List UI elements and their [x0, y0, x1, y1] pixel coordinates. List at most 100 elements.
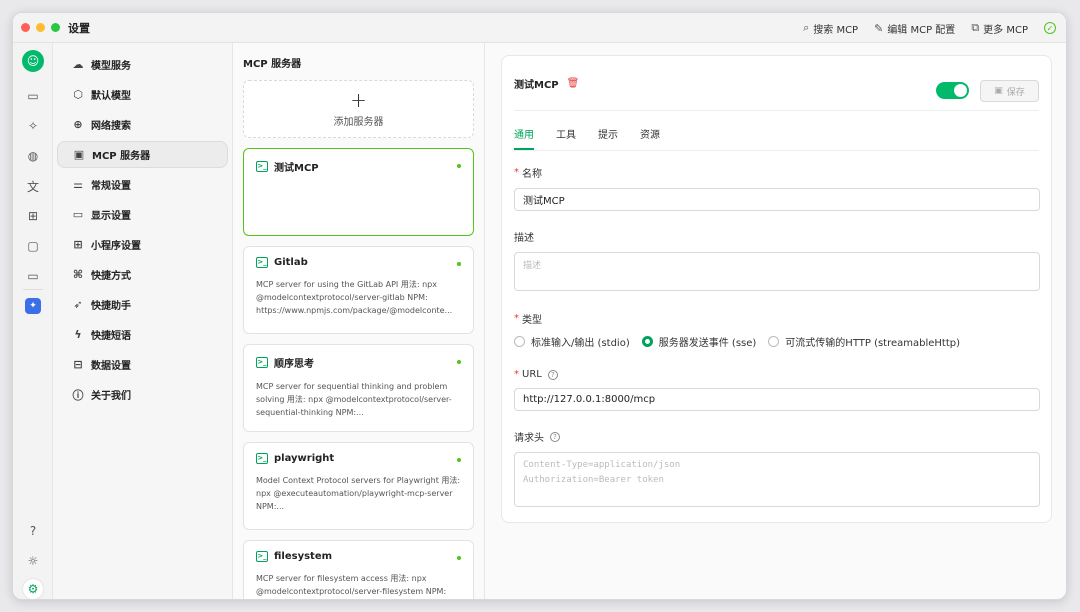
command-icon: ⌘	[72, 268, 84, 281]
grid-icon: ⊞	[73, 238, 83, 251]
headers-placeholder-line: Content-Type=application/json	[523, 460, 681, 470]
required-mark: *	[514, 313, 519, 324]
name-label: 名称	[522, 169, 542, 180]
edit-mcp-config-button[interactable]: ✎ 编辑 MCP 配置	[874, 21, 955, 36]
window-title: 设置	[68, 21, 90, 35]
server-name: 顺序思考	[274, 359, 314, 370]
type-radio-streamable-http[interactable]: 可流式传输的HTTP (streamableHttp)	[768, 334, 960, 349]
server-card[interactable]: >_ 顺序思考 MCP server for sequential thinkin…	[243, 344, 474, 432]
required-mark: *	[514, 369, 519, 380]
info-icon: ⓘ	[72, 388, 84, 402]
nav-item-display-settings[interactable]: ▭ 显示设置	[57, 201, 228, 228]
nav-item-quick-assistant[interactable]: ➶ 快捷助手	[57, 291, 228, 318]
server-card[interactable]: >_ playwright Model Context Protocol serv…	[243, 442, 474, 530]
server-description: Model Context Protocol servers for Playw…	[256, 476, 461, 511]
plus-icon: +	[350, 87, 367, 112]
nav-item-shortcuts[interactable]: ⌘ 快捷方式	[57, 261, 228, 288]
mini-app-icon[interactable]: ✦	[25, 298, 41, 314]
nav-item-label: 关于我们	[91, 391, 131, 402]
app-sidebar: ☺ ▭ ✧ ◍ 文 ⊞ ▢ ▭ ✦ ? ☼ ⚙	[13, 43, 53, 599]
nav-item-label: 数据设置	[91, 361, 131, 372]
nav-item-general-settings[interactable]: ⚌ 常规设置	[57, 171, 228, 198]
file-icon[interactable]: ▢	[23, 236, 43, 256]
server-card[interactable]: >_ filesystem MCP server for filesystem a…	[243, 540, 474, 599]
minimize-window-button[interactable]	[36, 23, 45, 32]
search-mcp-button[interactable]: ⌕ 搜索 MCP	[803, 21, 858, 36]
server-description: MCP server for sequential thinking and p…	[256, 382, 452, 417]
rocket-icon: ➶	[73, 298, 83, 311]
save-icon: ▣	[994, 86, 1003, 96]
folder-icon[interactable]: ▭	[23, 266, 43, 286]
server-card[interactable]: >_ Gitlab MCP server for using the GitLab…	[243, 246, 474, 334]
url-input[interactable]: http://127.0.0.1:8000/mcp	[514, 388, 1040, 411]
save-button[interactable]: ▣ 保存	[980, 80, 1039, 102]
nav-item-model-service[interactable]: ☁ 模型服务	[57, 51, 228, 78]
description-textarea[interactable]: 描述	[514, 252, 1040, 291]
help-circle-icon[interactable]: ?	[550, 431, 560, 442]
server-card[interactable]: >_ 测试MCP	[243, 148, 474, 236]
sliders-icon: ⚌	[73, 178, 83, 191]
help-icon[interactable]: ?	[23, 521, 43, 541]
name-input[interactable]: 测试MCP	[514, 188, 1040, 211]
add-server-button[interactable]: + 添加服务器	[243, 80, 474, 138]
theme-sun-icon[interactable]: ☼	[23, 551, 43, 571]
more-mcp-button[interactable]: ⧉ 更多 MCP	[971, 21, 1028, 36]
settings-gear-icon[interactable]: ⚙	[23, 579, 43, 599]
chat-icon[interactable]: ▭	[23, 86, 43, 106]
avatar[interactable]: ☺	[22, 50, 44, 72]
nav-item-label: 快捷方式	[91, 271, 131, 282]
sparkle-icon[interactable]: ✧	[23, 116, 43, 136]
translate-icon[interactable]: 文	[23, 176, 43, 196]
type-radio-sse[interactable]: 服务器发送事件 (sse)	[641, 334, 756, 349]
palette-icon[interactable]: ◍	[23, 146, 43, 166]
type-radio-stdio[interactable]: 标准输入/输出 (stdio)	[514, 334, 630, 349]
server-description: MCP server for using the GitLab API 用法: …	[256, 280, 453, 315]
tab-prompts[interactable]: 提示	[598, 126, 618, 150]
cloud-icon: ☁	[72, 58, 84, 71]
edit-mcp-config-label: 编辑 MCP 配置	[887, 24, 956, 36]
settings-window: 设置 ⌕ 搜索 MCP ✎ 编辑 MCP 配置 ⧉ 更多 MCP ✓ ☺ ▭ ✧…	[12, 12, 1067, 600]
name-field-label: * 名称	[514, 165, 1039, 180]
nav-item-quick-phrases[interactable]: ϟ 快捷短语	[57, 321, 228, 348]
nav-item-label: 小程序设置	[91, 241, 141, 252]
enable-toggle[interactable]	[936, 82, 969, 99]
apps-grid-icon[interactable]: ⊞	[23, 206, 43, 226]
terminal-icon: ▣	[73, 148, 85, 161]
check-circle-icon[interactable]: ✓	[1044, 22, 1056, 34]
nav-item-label: 显示设置	[91, 211, 131, 222]
zoom-window-button[interactable]	[51, 23, 60, 32]
nav-item-label: 网络搜索	[91, 121, 131, 132]
status-dot	[457, 164, 461, 168]
nav-item-default-model[interactable]: ⬡ 默认模型	[57, 81, 228, 108]
server-detail-panel: 测试MCP 🗑 ▣ 保存 通用 工具 提示 资源 * 名称 测试MCP 描述 描述…	[501, 55, 1052, 523]
nav-item-about[interactable]: ⓘ 关于我们	[57, 381, 228, 408]
detail-tabs: 通用 工具 提示 资源	[514, 111, 1039, 151]
nav-item-web-search[interactable]: ⊕ 网络搜索	[57, 111, 228, 138]
tab-general[interactable]: 通用	[514, 126, 534, 150]
server-name: filesystem	[274, 551, 333, 562]
nav-item-label: MCP 服务器	[92, 151, 151, 162]
nav-item-mcp-servers[interactable]: ▣ MCP 服务器	[57, 141, 228, 168]
save-label: 保存	[1006, 87, 1025, 98]
nav-item-label: 快捷助手	[91, 301, 131, 312]
headers-placeholder-line: Authorization=Bearer token	[523, 475, 664, 485]
terminal-icon: >_	[256, 551, 268, 562]
tab-tools[interactable]: 工具	[556, 126, 576, 150]
trash-icon[interactable]: 🗑	[567, 78, 580, 89]
type-label: 类型	[522, 315, 542, 326]
toggle-knob	[954, 84, 967, 97]
required-mark: *	[514, 167, 519, 178]
nav-item-label: 快捷短语	[91, 331, 131, 342]
radio-circle	[768, 336, 780, 347]
close-window-button[interactable]	[21, 23, 30, 32]
hard-drive-icon: ⊟	[73, 358, 83, 371]
nav-item-label: 默认模型	[91, 91, 131, 102]
radio-label: 标准输入/输出 (stdio)	[531, 338, 630, 349]
nav-item-mini-app-settings[interactable]: ⊞ 小程序设置	[57, 231, 228, 258]
title-bar: 设置 ⌕ 搜索 MCP ✎ 编辑 MCP 配置 ⧉ 更多 MCP ✓	[13, 13, 1066, 43]
headers-textarea[interactable]: Content-Type=application/json Authorizat…	[514, 452, 1040, 507]
help-circle-icon[interactable]: ?	[547, 369, 558, 380]
radio-label: 可流式传输的HTTP (streamableHttp)	[785, 338, 961, 349]
nav-item-data-settings[interactable]: ⊟ 数据设置	[57, 351, 228, 378]
tab-resources[interactable]: 资源	[640, 126, 660, 150]
